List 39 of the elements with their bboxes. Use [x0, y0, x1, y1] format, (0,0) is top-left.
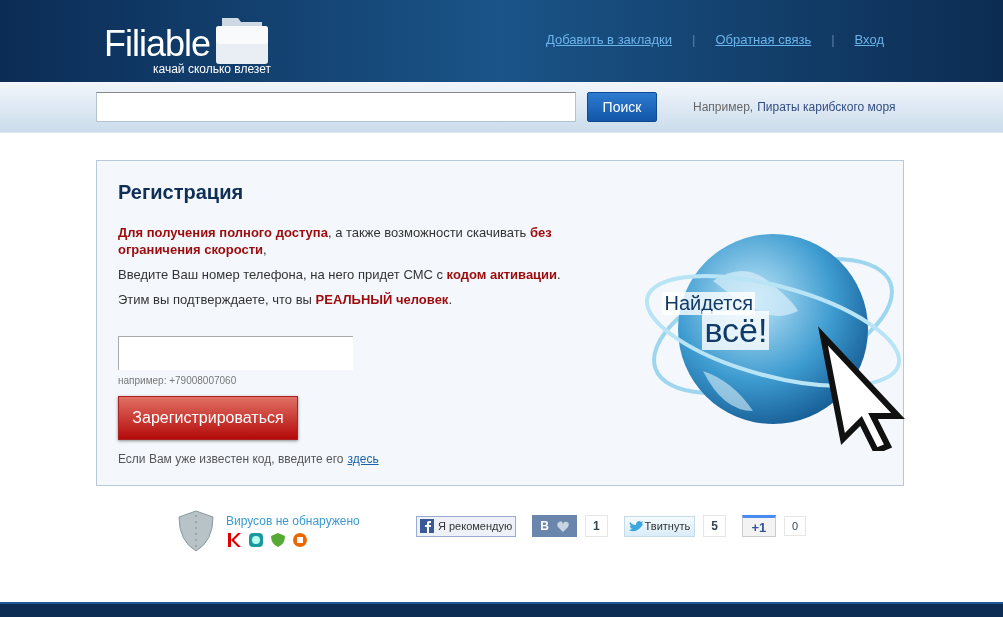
- registration-text: Для получения полного доступа, а также возможности скачивать без ограничения скорости,: [118, 224, 553, 258]
- antivirus-icon: [248, 532, 264, 548]
- registration-text: Этим вы подтверждаете, что вы РЕАЛЬНЫЙ человек.: [118, 291, 453, 308]
- antivirus-icon: [292, 532, 308, 548]
- heart-icon: [556, 520, 569, 532]
- folder-icon: [214, 16, 270, 66]
- antivirus-status: Вирусов не обнаружено: [226, 514, 360, 528]
- tweet-count: 5: [703, 515, 726, 537]
- code-link[interactable]: здесь: [347, 452, 379, 466]
- link-separator: |: [831, 32, 835, 47]
- header-link[interactable]: Вход: [854, 32, 884, 47]
- registration-text: Введите Ваш номер телефона, на него придет СМС с кодом активации.: [118, 266, 562, 283]
- search-field[interactable]: [96, 92, 576, 122]
- search-example-label: Например,: [693, 100, 754, 114]
- f-icon: [420, 519, 434, 533]
- bird-icon: [628, 520, 643, 532]
- shield-icon: [176, 509, 216, 553]
- code-prompt: Если Вам уже известен код, введите его: [118, 452, 344, 466]
- link-separator: |: [692, 32, 696, 47]
- like-count: 1: [584, 515, 608, 537]
- logo-tagline: качай сколько влезет: [153, 63, 271, 76]
- logo-text: Filiable: [104, 27, 211, 61]
- recommend-button[interactable]: Я рекомендую: [416, 515, 517, 537]
- plus-one-button[interactable]: +1: [741, 515, 776, 537]
- search-example-link[interactable]: Пираты карибского моря: [757, 100, 896, 114]
- antivirus-icon: [226, 532, 242, 548]
- phone-hint: например: +79008007060: [118, 375, 238, 386]
- header-link[interactable]: Добавить в закладки: [546, 32, 672, 47]
- antivirus-icon: [270, 532, 286, 548]
- promo-text: Найдется: [662, 292, 756, 315]
- registration-title: Регистрация: [118, 181, 245, 204]
- promo-text: всё!: [702, 311, 770, 350]
- search-button[interactable]: Поиск: [587, 92, 657, 122]
- like-button[interactable]: В: [532, 515, 577, 537]
- header-link[interactable]: Обратная связь: [715, 32, 812, 47]
- register-button[interactable]: Зарегистрироваться: [118, 396, 298, 440]
- plus-one-count: 0: [783, 516, 806, 536]
- phone-field[interactable]: [118, 336, 353, 370]
- tweet-button[interactable]: Твитнуть: [623, 515, 696, 537]
